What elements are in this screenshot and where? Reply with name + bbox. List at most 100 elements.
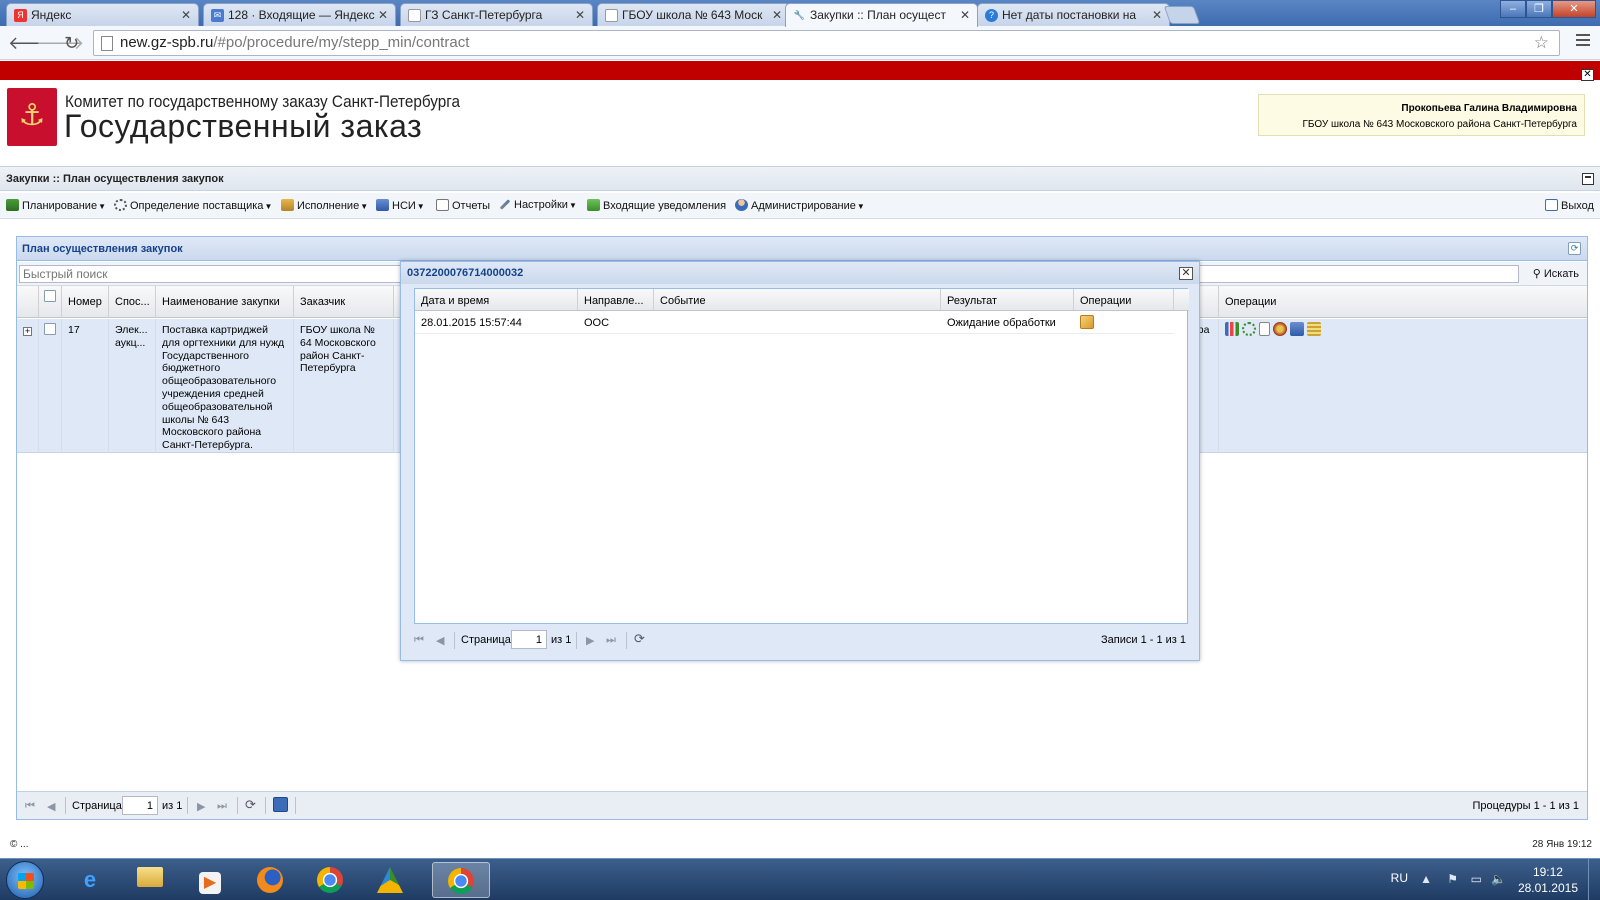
browser-tab-yandex[interactable]: Я Яндекс ✕ bbox=[6, 3, 199, 26]
logout-button[interactable]: Выход bbox=[1545, 199, 1594, 212]
page-number-input[interactable] bbox=[511, 630, 547, 649]
globe-icon: ? bbox=[985, 9, 998, 22]
menu-nsi[interactable]: НСИ▼ bbox=[376, 199, 425, 212]
prev-page-icon[interactable]: ◀ bbox=[436, 634, 444, 647]
play-icon: ▶ bbox=[199, 872, 221, 894]
close-icon[interactable]: ✕ bbox=[181, 8, 191, 22]
gear-icon[interactable] bbox=[1242, 322, 1256, 336]
browser-tab-gz[interactable]: ГЗ Санкт-Петербурга ✕ bbox=[400, 3, 593, 26]
select-all-checkbox[interactable] bbox=[44, 290, 56, 302]
prev-page-icon[interactable]: ◀ bbox=[47, 800, 55, 813]
scroll-icon[interactable] bbox=[1307, 322, 1321, 336]
menu-label: Планирование bbox=[22, 200, 98, 212]
first-page-icon[interactable]: ⏮ bbox=[414, 634, 424, 647]
reload-icon[interactable]: ↻ bbox=[64, 33, 79, 54]
close-icon[interactable]: ✕ bbox=[960, 8, 970, 22]
save-icon[interactable] bbox=[273, 797, 288, 812]
column-header-direction[interactable]: Направле... bbox=[578, 289, 654, 311]
last-page-icon[interactable]: ⏭ bbox=[217, 800, 227, 813]
browser-tab-purchases[interactable]: 🔧 Закупки :: План осущест ✕ bbox=[785, 3, 978, 27]
column-header-operations: Операции bbox=[1074, 289, 1174, 311]
column-header-event[interactable]: Событие bbox=[654, 289, 941, 311]
chart-icon[interactable] bbox=[1225, 322, 1239, 336]
menu-admin[interactable]: Администрирование▼ bbox=[735, 199, 865, 212]
user-organization: ГБОУ школа № 643 Московского района Санк… bbox=[1302, 119, 1577, 130]
row-checkbox[interactable] bbox=[44, 323, 56, 335]
column-header-datetime[interactable]: Дата и время bbox=[415, 289, 578, 311]
media-player-icon[interactable]: ▶ bbox=[182, 862, 238, 898]
tray-expand-icon[interactable]: ▲ bbox=[1420, 872, 1432, 886]
refresh-icon[interactable]: ⟳ bbox=[245, 797, 256, 813]
maximize-button[interactable]: ❐ bbox=[1526, 0, 1552, 18]
column-header-name[interactable]: Наименование закупки bbox=[156, 286, 294, 318]
event-log-grid: Дата и время Направле... Событие Результ… bbox=[414, 288, 1189, 624]
chrome-icon[interactable] bbox=[302, 862, 358, 898]
flag-icon[interactable]: ⚑ bbox=[1447, 872, 1458, 886]
tab-title: ГЗ Санкт-Петербурга bbox=[425, 8, 543, 22]
next-page-icon[interactable]: ▶ bbox=[586, 634, 594, 647]
close-icon[interactable]: ✕ bbox=[575, 8, 585, 22]
browser-tab-question[interactable]: ? Нет даты постановки на ✕ bbox=[977, 3, 1170, 26]
modal-title[interactable]: 0372200076714000032 bbox=[401, 262, 1199, 284]
close-icon[interactable]: ✕ bbox=[1179, 267, 1193, 280]
page-icon bbox=[101, 36, 113, 51]
file-explorer-icon[interactable] bbox=[122, 862, 178, 898]
column-header-number[interactable]: Номер bbox=[62, 286, 109, 318]
planning-icon bbox=[6, 199, 19, 211]
menu-notifications[interactable]: Входящие уведомления bbox=[587, 199, 726, 212]
chrome-menu-icon[interactable] bbox=[1576, 34, 1590, 46]
column-header-result[interactable]: Результат bbox=[941, 289, 1074, 311]
emblem-icon[interactable] bbox=[1273, 322, 1287, 336]
menu-execution[interactable]: Исполнение▼ bbox=[281, 199, 368, 212]
refresh-icon[interactable]: ⟳ bbox=[634, 631, 645, 647]
chrome-active-icon[interactable] bbox=[432, 862, 490, 898]
menu-settings[interactable]: Настройки▼ bbox=[499, 199, 577, 211]
address-bar[interactable]: new.gz-spb.ru/#po/procedure/my/stepp_min… bbox=[93, 30, 1560, 56]
last-page-icon[interactable]: ⏭ bbox=[606, 634, 616, 647]
package-icon[interactable] bbox=[1080, 315, 1094, 329]
close-icon[interactable]: ✕ bbox=[1152, 8, 1162, 22]
bookmark-star-icon[interactable]: ☆ bbox=[1534, 33, 1549, 53]
expand-plus-icon[interactable]: + bbox=[23, 327, 32, 336]
column-header-customer[interactable]: Заказчик bbox=[294, 286, 394, 318]
caret-down-icon: ▼ bbox=[98, 202, 106, 211]
internet-explorer-icon[interactable]: e bbox=[62, 862, 118, 898]
page-number-input[interactable] bbox=[122, 796, 158, 815]
network-icon[interactable]: ▭ bbox=[1471, 872, 1482, 886]
grid-pager: ⏮ ◀ Страница из 1 ▶ ⏭ ⟳ Процедуры 1 - 1 … bbox=[17, 791, 1587, 819]
close-icon[interactable]: ✕ bbox=[772, 8, 782, 22]
start-button[interactable] bbox=[6, 861, 44, 899]
browser-tab-mail[interactable]: ✉ 128 · Входящие — Яндекс ✕ bbox=[203, 3, 396, 26]
volume-icon[interactable]: 🔈 bbox=[1491, 872, 1506, 886]
collapse-button[interactable] bbox=[1582, 173, 1594, 185]
records-count: Записи 1 - 1 из 1 bbox=[1101, 634, 1186, 646]
cell-method: Элек... аукц... bbox=[109, 319, 156, 453]
menu-label: Определение поставщика bbox=[130, 200, 264, 212]
modal-pager: ⏮ ◀ Страница из 1 ▶ ⏭ ⟳ Записи 1 - 1 из … bbox=[414, 624, 1188, 656]
clock[interactable]: 19:12 28.01.2015 bbox=[1518, 864, 1578, 896]
minimize-button[interactable]: – bbox=[1500, 0, 1526, 18]
window-close-button[interactable]: ✕ bbox=[1552, 0, 1596, 18]
app-triangle-icon[interactable] bbox=[362, 862, 418, 898]
document-icon[interactable] bbox=[1259, 322, 1270, 336]
menu-label: Исполнение bbox=[297, 200, 360, 212]
language-indicator[interactable]: RU bbox=[1391, 871, 1408, 885]
menu-reports[interactable]: Отчеты bbox=[436, 199, 490, 212]
page-icon bbox=[408, 9, 421, 22]
column-header-method[interactable]: Спос... bbox=[109, 286, 156, 318]
menu-supplier[interactable]: Определение поставщика▼ bbox=[114, 199, 272, 212]
new-tab-button[interactable] bbox=[1163, 6, 1201, 24]
refresh-icon[interactable]: ⟳ bbox=[1568, 242, 1581, 255]
first-page-icon[interactable]: ⏮ bbox=[25, 800, 35, 813]
search-button[interactable]: ⚲ Искать bbox=[1533, 267, 1579, 280]
firefox-icon[interactable] bbox=[242, 862, 298, 898]
next-page-icon[interactable]: ▶ bbox=[197, 800, 205, 813]
show-desktop-button[interactable] bbox=[1588, 859, 1600, 900]
tab-title: Яндекс bbox=[31, 8, 72, 22]
menu-planning[interactable]: Планирование▼ bbox=[6, 199, 106, 212]
menu-label: Администрирование bbox=[751, 200, 856, 212]
book-icon[interactable] bbox=[1290, 322, 1304, 336]
close-icon[interactable]: ✕ bbox=[378, 8, 388, 22]
browser-tab-school[interactable]: ГБОУ школа № 643 Моск ✕ bbox=[597, 3, 790, 26]
close-icon[interactable]: ✕ bbox=[1581, 69, 1594, 81]
